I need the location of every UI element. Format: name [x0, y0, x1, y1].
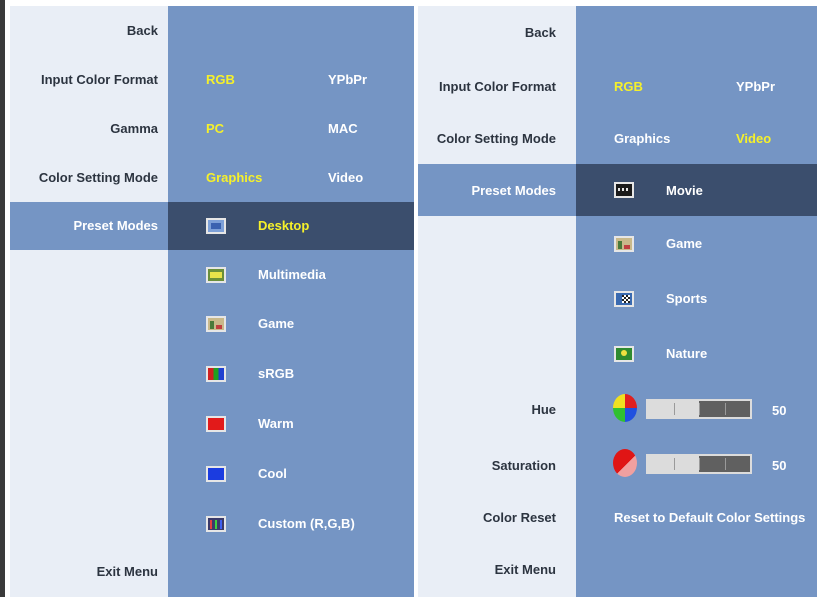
graphics-option[interactable]: Graphics — [206, 170, 262, 185]
desktop-icon — [206, 218, 226, 234]
menu-options: RGB YPbPr PC MAC Graphics Video Desktop … — [168, 6, 414, 597]
warm-icon — [206, 416, 226, 432]
preset-warm-row[interactable]: Warm — [168, 399, 414, 447]
preset-modes-label: Preset Modes — [471, 183, 556, 198]
game-icon — [206, 316, 226, 332]
sports-label: Sports — [666, 291, 708, 306]
gamma-item[interactable]: Gamma — [110, 121, 158, 136]
color-setting-mode-item[interactable]: Color Setting Mode — [437, 131, 556, 146]
nature-label: Nature — [666, 346, 708, 361]
game-label: Game — [666, 236, 703, 251]
window-edge — [0, 0, 5, 597]
preset-modes-label: Preset Modes — [73, 218, 158, 233]
hue-item[interactable]: Hue — [531, 402, 556, 417]
video-option[interactable]: Video — [736, 131, 771, 146]
preset-cool-row[interactable]: Cool — [168, 449, 414, 497]
hue-slider[interactable] — [646, 399, 752, 419]
input-color-format-item[interactable]: Input Color Format — [439, 79, 556, 94]
preset-modes-item-selected[interactable]: Preset Modes — [10, 202, 168, 250]
exit-menu-item[interactable]: Exit Menu — [97, 564, 158, 579]
game-icon — [614, 236, 634, 252]
preset-sports-row[interactable]: Sports — [576, 272, 817, 322]
saturation-value: 50 — [772, 458, 787, 473]
osd-menu-left: Back Input Color Format Gamma Color Sett… — [10, 6, 414, 597]
back-item[interactable]: Back — [525, 25, 556, 40]
preset-desktop-row[interactable]: Desktop — [168, 202, 414, 250]
hue-icon — [613, 394, 637, 422]
menu-categories: Back Input Color Format Gamma Color Sett… — [10, 6, 168, 597]
preset-game-row[interactable]: Game — [168, 300, 414, 348]
preset-multimedia-row[interactable]: Multimedia — [168, 251, 414, 299]
graphics-option[interactable]: Graphics — [614, 131, 670, 146]
back-item[interactable]: Back — [127, 23, 158, 38]
preset-movie-row[interactable]: Movie — [576, 164, 817, 216]
custom-rgb-icon — [206, 516, 226, 532]
desktop-label: Desktop — [258, 218, 310, 233]
nature-icon — [614, 346, 634, 362]
preset-modes-item-selected[interactable]: Preset Modes — [418, 164, 576, 216]
saturation-icon — [613, 449, 637, 477]
preset-srgb-row[interactable]: sRGB — [168, 349, 414, 397]
preset-game-row[interactable]: Game — [576, 218, 817, 268]
srgb-icon — [206, 366, 226, 382]
multimedia-label: Multimedia — [258, 267, 326, 282]
preset-custom-row[interactable]: Custom (R,G,B) — [168, 499, 414, 547]
saturation-slider[interactable] — [646, 454, 752, 474]
menu-categories: Back Input Color Format Color Setting Mo… — [418, 6, 576, 597]
warm-label: Warm — [258, 416, 294, 431]
rgb-option[interactable]: RGB — [614, 79, 643, 94]
saturation-item[interactable]: Saturation — [492, 458, 556, 473]
color-setting-mode-item[interactable]: Color Setting Mode — [39, 170, 158, 185]
osd-menu-right: Back Input Color Format Color Setting Mo… — [418, 6, 817, 597]
cool-icon — [206, 466, 226, 482]
reset-default-color-settings-button[interactable]: Reset to Default Color Settings — [614, 510, 805, 525]
rgb-option[interactable]: RGB — [206, 72, 235, 87]
game-label: Game — [258, 316, 295, 331]
custom-rgb-label: Custom (R,G,B) — [258, 516, 355, 531]
color-reset-item[interactable]: Color Reset — [483, 510, 556, 525]
input-color-format-item[interactable]: Input Color Format — [41, 72, 158, 87]
ypbpr-option[interactable]: YPbPr — [736, 79, 775, 94]
cool-label: Cool — [258, 466, 287, 481]
movie-label: Movie — [666, 183, 703, 198]
multimedia-icon — [206, 267, 226, 283]
menu-options: RGB YPbPr Graphics Video Movie Game Spor… — [576, 6, 817, 597]
hue-value: 50 — [772, 403, 787, 418]
movie-icon — [614, 182, 634, 198]
mac-option[interactable]: MAC — [328, 121, 358, 136]
sports-icon — [614, 291, 634, 307]
srgb-label: sRGB — [258, 366, 295, 381]
ypbpr-option[interactable]: YPbPr — [328, 72, 367, 87]
preset-nature-row[interactable]: Nature — [576, 327, 817, 377]
pc-option[interactable]: PC — [206, 121, 224, 136]
exit-menu-item[interactable]: Exit Menu — [495, 562, 556, 577]
video-option[interactable]: Video — [328, 170, 363, 185]
